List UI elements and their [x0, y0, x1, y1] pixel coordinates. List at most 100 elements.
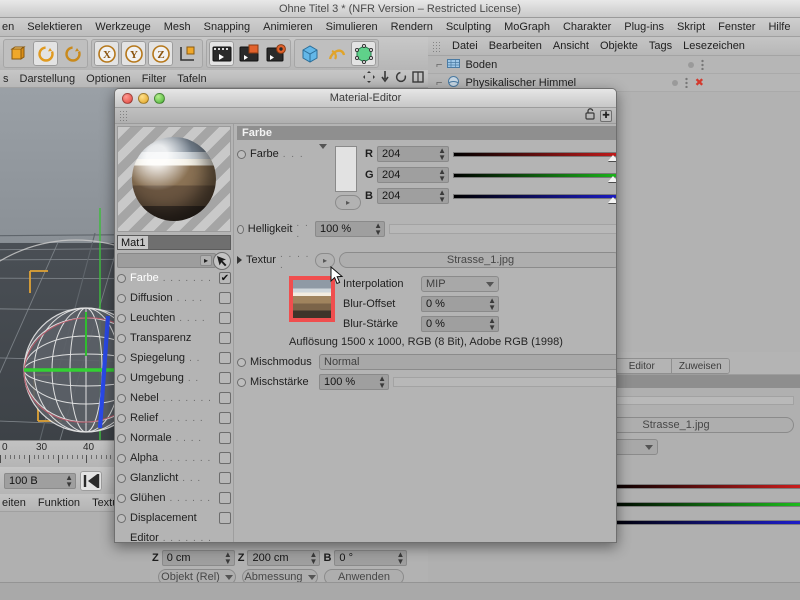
model-mode-icon[interactable]: [6, 41, 31, 66]
triangle-right-icon[interactable]: [237, 256, 242, 264]
viewport-menu-optionen[interactable]: Optionen: [86, 73, 131, 85]
expand-icon[interactable]: ✚: [600, 109, 612, 122]
visibility-dot[interactable]: [671, 79, 678, 86]
menu-item-animieren[interactable]: Animieren: [263, 21, 313, 33]
visibility-dot[interactable]: [688, 61, 694, 68]
channel-editor[interactable]: Editor . . . . . . .: [117, 528, 231, 542]
mix-strength-slider[interactable]: [393, 377, 616, 387]
menu-item-rendern[interactable]: Rendern: [391, 21, 433, 33]
blur-offset-field[interactable]: 0 % ▲ ▼: [421, 296, 499, 312]
material-editor-title-bar[interactable]: Material-Editor: [115, 89, 616, 108]
viewport-menu-filter[interactable]: Filter: [142, 73, 166, 85]
material-name-field[interactable]: Mat1: [117, 235, 231, 250]
b-slider[interactable]: [453, 188, 616, 204]
radio-icon[interactable]: [237, 224, 244, 234]
blur-strength-field[interactable]: 0 % ▲ ▼: [421, 316, 499, 332]
channel-diffusion[interactable]: Diffusion . . . .: [117, 288, 231, 308]
channel-checkbox[interactable]: [219, 392, 231, 404]
object-tag-dots[interactable]: ✖: [671, 76, 704, 89]
obj-menu-tags[interactable]: Tags: [649, 40, 672, 52]
radio-icon[interactable]: [117, 453, 126, 463]
coord-b-field[interactable]: 0 ° ▲ ▼: [334, 550, 408, 566]
brightness-slider[interactable]: [389, 224, 616, 234]
channel-checkbox[interactable]: [219, 372, 231, 384]
bottom-menu-funktion[interactable]: Funktion: [38, 497, 80, 509]
radio-icon[interactable]: [117, 513, 126, 523]
assign-button[interactable]: Zuweisen: [670, 359, 729, 373]
channel-checkbox[interactable]: [219, 312, 231, 324]
channel-transparenz[interactable]: Transparenz: [117, 328, 231, 348]
radio-icon[interactable]: [117, 413, 126, 423]
bottom-menu-eiten[interactable]: eiten: [2, 497, 26, 509]
g-slider-knob[interactable]: [608, 176, 616, 182]
object-row-boden[interactable]: ⌐ Boden: [428, 56, 800, 74]
interpolation-dropdown[interactable]: MIP: [421, 276, 499, 292]
channel-checkbox[interactable]: ✔: [219, 272, 231, 284]
cube-primitive-icon[interactable]: [297, 41, 322, 66]
texture-file-field[interactable]: Strasse_1.jpg: [339, 252, 616, 268]
r-slider[interactable]: [453, 146, 616, 162]
menu-item-mograph[interactable]: MoGraph: [504, 21, 550, 33]
radio-icon[interactable]: [117, 313, 126, 323]
texture-axis-icon[interactable]: [60, 41, 85, 66]
material-preview[interactable]: [117, 126, 231, 232]
render-region-icon[interactable]: [236, 41, 261, 66]
radio-icon[interactable]: [117, 433, 126, 443]
b-field[interactable]: 204 ▲ ▼: [377, 188, 449, 204]
radio-icon[interactable]: [117, 353, 126, 363]
dot-column-icon[interactable]: [701, 59, 704, 70]
render-view-icon[interactable]: [209, 41, 234, 66]
channel-spiegelung[interactable]: Spiegelung . .: [117, 348, 231, 368]
channel-checkbox[interactable]: [219, 412, 231, 424]
channel-alpha[interactable]: Alpha . . . . . . .: [117, 448, 231, 468]
r-field[interactable]: 204 ▲ ▼: [377, 146, 449, 162]
b-slider-knob[interactable]: [608, 197, 616, 203]
search-arrow-button[interactable]: ▸: [200, 255, 212, 266]
grip-icon[interactable]: [432, 40, 441, 52]
channel-checkbox[interactable]: [219, 352, 231, 364]
obj-menu-datei[interactable]: Datei: [452, 40, 478, 52]
color-swatch[interactable]: [335, 146, 357, 192]
channel-checkbox[interactable]: [219, 292, 231, 304]
radio-icon[interactable]: [117, 333, 126, 343]
radio-icon[interactable]: [117, 293, 126, 303]
viewport-menu-s[interactable]: s: [3, 73, 9, 85]
bg-brightness-slider[interactable]: [603, 396, 794, 405]
menu-item-en[interactable]: en: [2, 21, 14, 33]
channel-nebel[interactable]: Nebel . . . . . . .: [117, 388, 231, 408]
rotate-icon[interactable]: [395, 71, 407, 86]
lock-y-axis-icon[interactable]: Y: [121, 41, 146, 66]
channel-checkbox[interactable]: [219, 332, 231, 344]
channel-checkbox[interactable]: [219, 492, 231, 504]
viewport-menu-darstellung[interactable]: Darstellung: [20, 73, 76, 85]
g-field[interactable]: 204 ▲ ▼: [377, 167, 449, 183]
menu-item-hilfe[interactable]: Hilfe: [768, 21, 790, 33]
menu-item-charakter[interactable]: Charakter: [563, 21, 611, 33]
lock-open-icon[interactable]: [585, 108, 596, 123]
delete-icon[interactable]: ✖: [695, 76, 704, 89]
zoom-icon[interactable]: [380, 71, 390, 86]
menu-item-selektieren[interactable]: Selektieren: [27, 21, 82, 33]
channel-checkbox[interactable]: [219, 472, 231, 484]
obj-menu-lesezeichen[interactable]: Lesezeichen: [683, 40, 745, 52]
lock-x-axis-icon[interactable]: X: [94, 41, 119, 66]
channel-relief[interactable]: Relief . . . . . .: [117, 408, 231, 428]
channel-gluehen[interactable]: Glühen . . . . . .: [117, 488, 231, 508]
menu-item-werkzeuge[interactable]: Werkzeuge: [95, 21, 150, 33]
channel-normale[interactable]: Normale . . . .: [117, 428, 231, 448]
channel-displacement[interactable]: Displacement: [117, 508, 231, 528]
object-tag-dots[interactable]: [688, 59, 704, 70]
menu-item-plugins[interactable]: Plug-ins: [624, 21, 664, 33]
radio-icon[interactable]: [237, 149, 246, 159]
rewind-icon[interactable]: [80, 470, 102, 491]
mix-mode-dropdown[interactable]: Normal: [319, 354, 616, 370]
spline-icon[interactable]: [324, 41, 349, 66]
radio-icon[interactable]: [117, 473, 126, 483]
world-coordinates-icon[interactable]: [175, 41, 200, 66]
channel-umgebung[interactable]: Umgebung . .: [117, 368, 231, 388]
grip-icon[interactable]: [119, 110, 128, 121]
texture-thumbnail[interactable]: [289, 276, 335, 322]
editor-button[interactable]: Editor: [613, 359, 671, 373]
r-slider-knob[interactable]: [608, 155, 616, 161]
bg-green-slider[interactable]: [606, 502, 800, 507]
